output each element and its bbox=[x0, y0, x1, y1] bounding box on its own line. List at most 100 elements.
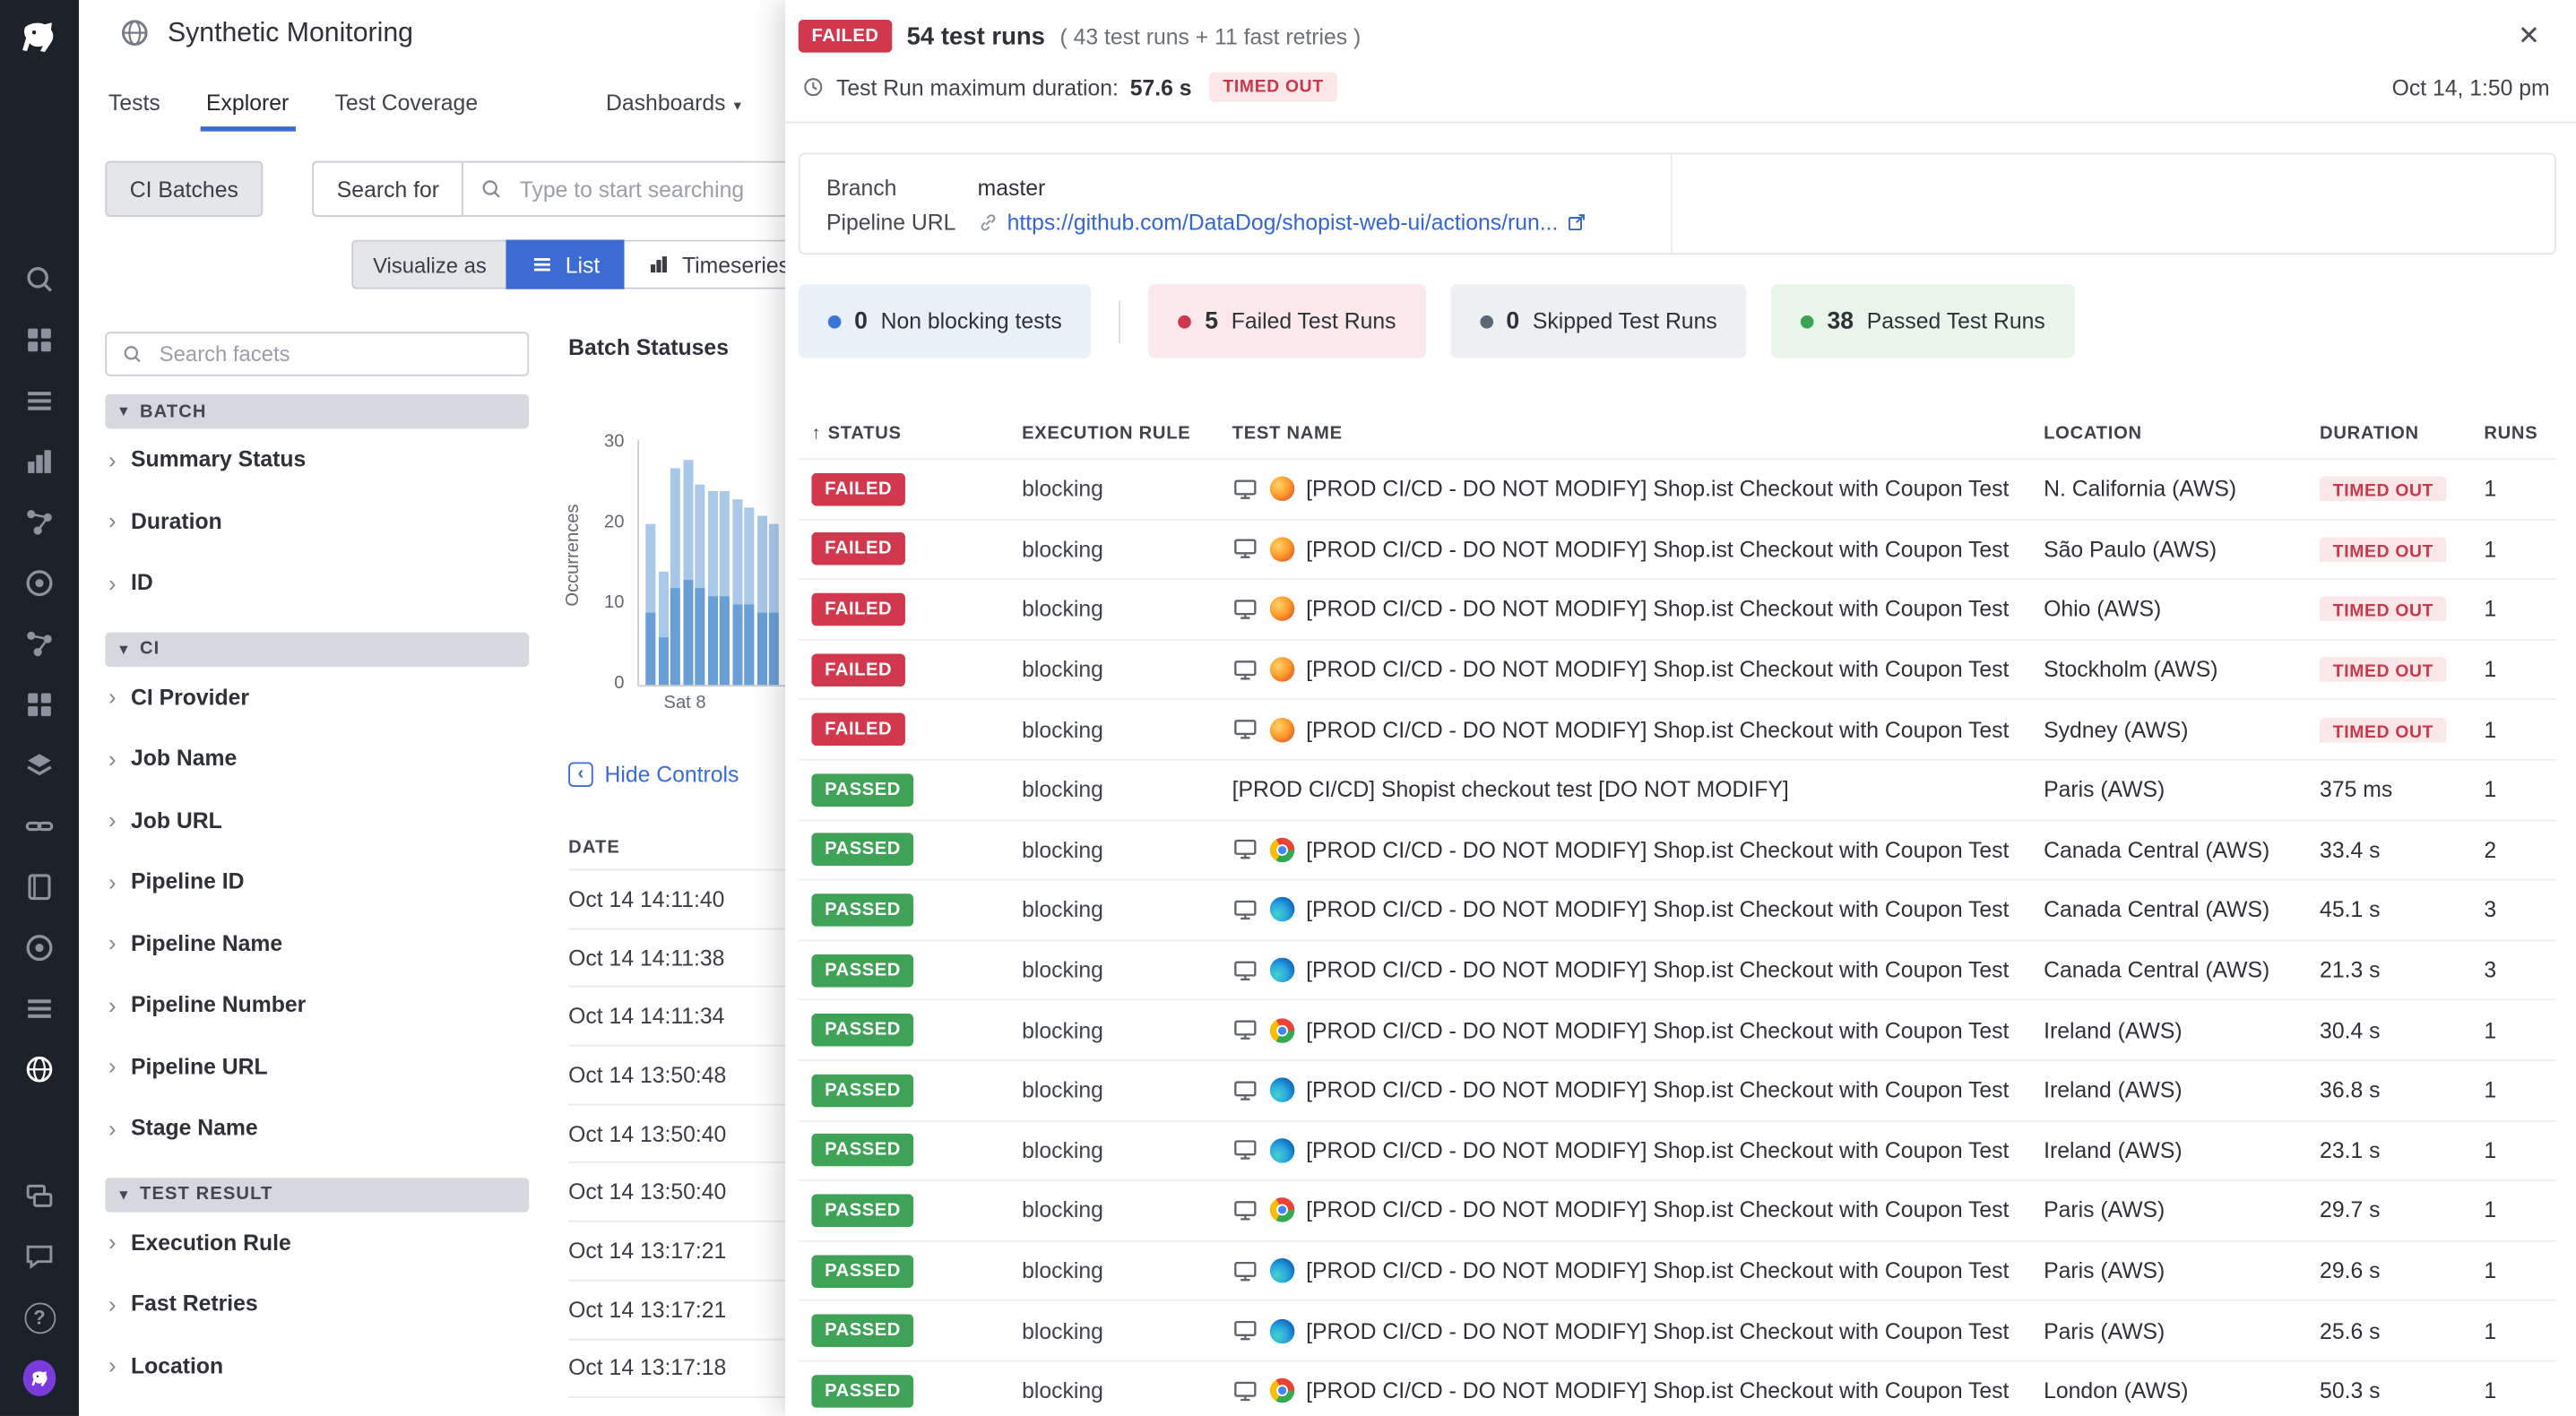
test-run-row[interactable]: PASSEDblocking[PROD CI/CD - DO NOT MODIF… bbox=[799, 1299, 2556, 1360]
facet-ci-provider[interactable]: ›CI Provider bbox=[105, 666, 529, 728]
nav-help[interactable]: ? bbox=[23, 1301, 56, 1334]
summary-chip-non-blocking-tests[interactable]: 0Non blocking tests bbox=[799, 284, 1092, 358]
runs-cell: 2 bbox=[2464, 838, 2556, 862]
visualize-list-button[interactable]: List bbox=[506, 240, 625, 289]
facet-pipeline-name[interactable]: ›Pipeline Name bbox=[105, 912, 529, 974]
nav-connections[interactable] bbox=[23, 810, 56, 843]
test-run-row[interactable]: PASSEDblocking[PROD CI/CD - DO NOT MODIF… bbox=[799, 999, 2556, 1059]
status-cell: PASSED bbox=[799, 1315, 1002, 1348]
facet-group-batch[interactable]: ▾BATCH bbox=[105, 394, 529, 428]
chevron-right-icon: › bbox=[108, 1229, 117, 1255]
test-run-row[interactable]: PASSEDblocking[PROD CI/CD - DO NOT MODIF… bbox=[799, 1360, 2556, 1415]
facet-pipeline-number[interactable]: ›Pipeline Number bbox=[105, 974, 529, 1036]
summary-chip-skipped-test-runs[interactable]: 0Skipped Test Runs bbox=[1450, 284, 1747, 358]
facet-search-input[interactable] bbox=[156, 340, 513, 367]
nav-host-list[interactable] bbox=[23, 384, 56, 418]
facet-summary-status[interactable]: ›Summary Status bbox=[105, 428, 529, 490]
device-desktop-icon bbox=[1232, 656, 1258, 682]
nav-logs[interactable] bbox=[23, 749, 56, 782]
nav-software-delivery[interactable] bbox=[23, 931, 56, 964]
col-header-runs[interactable]: RUNS bbox=[2464, 424, 2556, 444]
panel-header: FAILED 54 test runs ( 43 test runs + 11 … bbox=[785, 0, 2576, 56]
date-column-header[interactable]: DATE bbox=[568, 838, 620, 858]
nav-infrastructure[interactable] bbox=[23, 324, 56, 357]
device-desktop-icon bbox=[1232, 1197, 1258, 1223]
execution-rule-cell: blocking bbox=[1002, 477, 1213, 501]
test-run-row[interactable]: PASSEDblocking[PROD CI/CD] Shopist check… bbox=[799, 759, 2556, 819]
status-badge: FAILED bbox=[811, 653, 904, 686]
ci-batches-button[interactable]: CI Batches bbox=[105, 161, 263, 217]
nav-service-management[interactable] bbox=[23, 992, 56, 1025]
test-run-row[interactable]: PASSEDblocking[PROD CI/CD - DO NOT MODIF… bbox=[799, 1239, 2556, 1299]
summary-chip-passed-test-runs[interactable]: 38Passed Test Runs bbox=[1771, 284, 2075, 358]
test-run-row[interactable]: PASSEDblocking[PROD CI/CD - DO NOT MODIF… bbox=[799, 1119, 2556, 1179]
status-cell: FAILED bbox=[799, 593, 1002, 626]
duration-value: 23.1 s bbox=[2320, 1138, 2380, 1162]
execution-rule-cell: blocking bbox=[1002, 1378, 1213, 1403]
col-header-duration[interactable]: DURATION bbox=[2300, 424, 2464, 444]
nav-synthetic-monitoring[interactable] bbox=[23, 1053, 56, 1086]
facet-group-test-result[interactable]: ▾TEST RESULT bbox=[105, 1177, 529, 1211]
col-header-test-name[interactable]: TEST NAME bbox=[1213, 424, 2024, 444]
tab-dashboards[interactable]: Dashboards▾ bbox=[606, 91, 741, 132]
batch-search-input[interactable] bbox=[516, 175, 779, 203]
facet-pipeline-id[interactable]: ›Pipeline ID bbox=[105, 850, 529, 912]
test-run-row[interactable]: PASSEDblocking[PROD CI/CD - DO NOT MODIF… bbox=[799, 819, 2556, 879]
card-divider bbox=[1671, 154, 1673, 253]
nav-support-chat[interactable] bbox=[23, 1240, 56, 1274]
nav-watchdog[interactable] bbox=[23, 627, 56, 661]
nav-notebooks[interactable] bbox=[23, 870, 56, 903]
facet-job-name[interactable]: ›Job Name bbox=[105, 728, 529, 790]
nav-integrations[interactable] bbox=[23, 688, 56, 721]
summary-chip-failed-test-runs[interactable]: 5Failed Test Runs bbox=[1149, 284, 1426, 358]
tab-test-coverage[interactable]: Test Coverage bbox=[335, 91, 479, 132]
facet-label: Stage Name bbox=[131, 1116, 258, 1140]
chevron-down-icon: ▾ bbox=[120, 402, 128, 420]
chart-bar-segment bbox=[707, 597, 717, 686]
nav-search[interactable] bbox=[23, 263, 56, 296]
test-name: [PROD CI/CD - DO NOT MODIFY] Shop.ist Ch… bbox=[1306, 1018, 2009, 1042]
nav-metrics[interactable] bbox=[23, 445, 56, 479]
facet-job-url[interactable]: ›Job URL bbox=[105, 790, 529, 851]
nav-apm[interactable] bbox=[23, 506, 56, 540]
test-run-row[interactable]: PASSEDblocking[PROD CI/CD - DO NOT MODIF… bbox=[799, 1059, 2556, 1119]
nav-screens[interactable] bbox=[23, 1179, 56, 1213]
status-cell: PASSED bbox=[799, 894, 1002, 927]
test-run-row[interactable]: FAILEDblocking[PROD CI/CD - DO NOT MODIF… bbox=[799, 458, 2556, 518]
hide-controls-button[interactable]: ‹ Hide Controls bbox=[568, 762, 739, 786]
facet-execution-rule[interactable]: ›Execution Rule bbox=[105, 1212, 529, 1274]
device-desktop-icon bbox=[1232, 716, 1258, 742]
datadog-logo[interactable] bbox=[18, 16, 61, 59]
test-run-row[interactable]: FAILEDblocking[PROD CI/CD - DO NOT MODIF… bbox=[799, 579, 2556, 639]
duration-value: 29.7 s bbox=[2320, 1198, 2380, 1222]
col-header-location[interactable]: LOCATION bbox=[2024, 424, 2300, 444]
facet-duration[interactable]: ›Duration bbox=[105, 490, 529, 552]
device-desktop-icon bbox=[1232, 1317, 1258, 1343]
facet-group-ci[interactable]: ▾CI bbox=[105, 632, 529, 666]
facet-pipeline-url[interactable]: ›Pipeline URL bbox=[105, 1036, 529, 1098]
nav-security[interactable] bbox=[23, 566, 56, 600]
tab-explorer[interactable]: Explorer bbox=[206, 91, 289, 132]
test-run-row[interactable]: PASSEDblocking[PROD CI/CD - DO NOT MODIF… bbox=[799, 1179, 2556, 1239]
test-run-row[interactable]: FAILEDblocking[PROD CI/CD - DO NOT MODIF… bbox=[799, 639, 2556, 699]
pipeline-url-link[interactable]: https://github.com/DataDog/shopist-web-u… bbox=[978, 211, 1588, 235]
chrome-icon bbox=[1270, 1198, 1294, 1222]
nav-bits-ai-avatar[interactable] bbox=[23, 1361, 56, 1394]
location-cell: Canada Central (AWS) bbox=[2024, 898, 2300, 922]
test-run-row[interactable]: PASSEDblocking[PROD CI/CD - DO NOT MODIF… bbox=[799, 879, 2556, 939]
batch-timestamp: Oct 14, 1:50 pm bbox=[2392, 74, 2550, 99]
facet-stage-name[interactable]: ›Stage Name bbox=[105, 1097, 529, 1159]
pipeline-url-text: https://github.com/DataDog/shopist-web-u… bbox=[1007, 211, 1559, 235]
test-name: [PROD CI/CD] Shopist checkout test [DO N… bbox=[1232, 777, 1789, 801]
close-panel-button[interactable]: ✕ bbox=[2508, 16, 2550, 56]
facet-location[interactable]: ›Location bbox=[105, 1334, 529, 1396]
tab-tests[interactable]: Tests bbox=[108, 91, 160, 132]
test-run-row[interactable]: FAILEDblocking[PROD CI/CD - DO NOT MODIF… bbox=[799, 699, 2556, 759]
col-header-status[interactable]: ↑STATUS bbox=[799, 424, 1002, 444]
facet-id[interactable]: ›ID bbox=[105, 552, 529, 614]
test-run-row[interactable]: PASSEDblocking[PROD CI/CD - DO NOT MODIF… bbox=[799, 939, 2556, 999]
facet-fast-retries[interactable]: ›Fast Retries bbox=[105, 1273, 529, 1334]
test-run-row[interactable]: FAILEDblocking[PROD CI/CD - DO NOT MODIF… bbox=[799, 518, 2556, 578]
test-name: [PROD CI/CD - DO NOT MODIFY] Shop.ist Ch… bbox=[1306, 537, 2009, 561]
col-header-execution-rule[interactable]: EXECUTION RULE bbox=[1002, 424, 1213, 444]
